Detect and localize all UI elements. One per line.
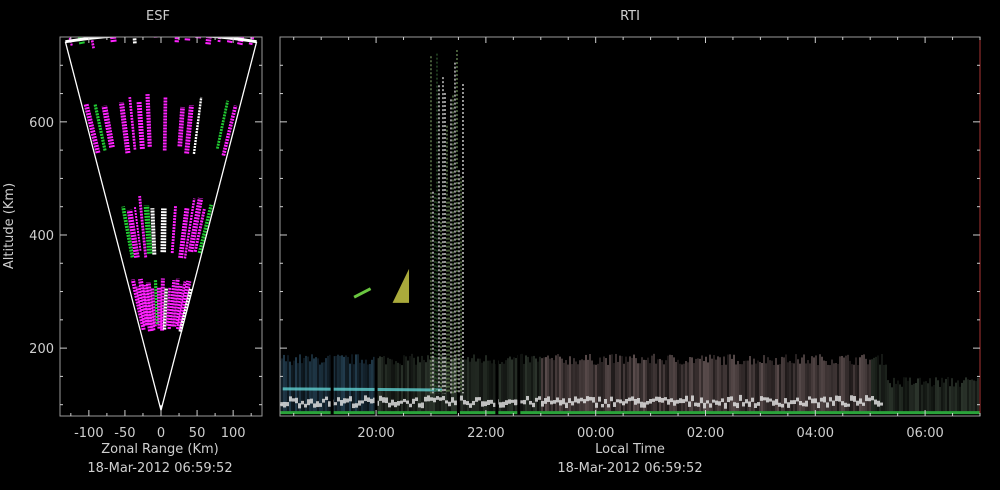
echo-strip [150,208,157,255]
echo-strip [197,204,214,254]
cyan-streak [282,387,442,392]
echo-strip [215,100,230,149]
y-tick-label: 600 [29,116,54,131]
x-tick-label: 06:00 [906,426,943,441]
y-tick-label: 200 [29,342,54,357]
x-tick-label: 50 [189,426,206,441]
rti-title: RTI [620,9,640,24]
rti-x-axis-label: Local Time [595,442,665,457]
echo-strip [195,37,202,39]
esf-x-axis-label: Zonal Range (Km) [101,442,218,457]
echo-strip [110,37,117,43]
esf-plot-area [64,37,258,411]
rising-wedge [392,268,410,303]
echo-strip [184,37,191,41]
rti-plot-area [280,50,980,416]
echo-strip [138,195,148,258]
echo-strip [128,97,137,150]
y-tick-label: 400 [29,229,54,244]
green-fleck [353,287,372,299]
echo-strip [184,105,194,154]
echo-strip [145,94,152,147]
echo-strip [118,101,131,154]
echo-strip [160,278,165,331]
echo-strip [183,198,196,259]
x-tick-label: 04:00 [797,426,834,441]
echo-strip [101,105,115,148]
echo-strip [143,205,153,254]
x-tick-label: -100 [74,426,104,441]
echo-strip [170,205,178,254]
echo-strip [160,208,167,253]
echo-strip [68,37,73,46]
echo-strip [192,96,203,155]
rti-timestamp: 18-Mar-2012 06:59:52 [557,461,702,476]
echo-strip [162,96,168,151]
x-tick-label: 100 [221,426,246,441]
y-axis-label: Altitude (Km) [2,183,17,269]
x-tick-label: 02:00 [687,426,724,441]
x-tick-label: 20:00 [357,426,394,441]
echo-strip [174,37,180,43]
x-tick-label: 0 [157,426,165,441]
chart-svg: ESF RTI Altitude (Km) -100 -50 0 50 100 200 40… [2,9,981,476]
echo-strip [162,287,168,330]
esf-title: ESF [146,9,170,24]
x-tick-label: 00:00 [577,426,614,441]
echo-strip [178,206,190,259]
echo-strip [248,37,255,46]
echo-strip [136,101,145,150]
x-tick-label: -50 [114,426,135,441]
x-tick-label: 22:00 [467,426,504,441]
echo-strip [177,106,185,147]
echo-strip [226,37,234,44]
echo-strip [156,287,163,329]
esf-timestamp: 18-Mar-2012 06:59:52 [87,461,232,476]
echo-strip [153,279,159,325]
